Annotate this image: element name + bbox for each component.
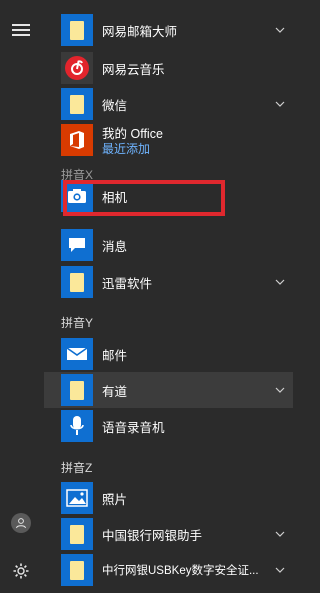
message-icon: [61, 229, 93, 261]
app-label: 网易云音乐: [102, 62, 165, 77]
app-item-messaging[interactable]: 消息: [44, 227, 293, 263]
folder-icon: [61, 14, 93, 46]
group-header-y[interactable]: 拼音Y: [61, 314, 93, 331]
mail-icon: [61, 338, 93, 370]
app-label: 相机: [102, 190, 128, 205]
chevron-down-icon[interactable]: [275, 529, 285, 539]
app-item-xunlei[interactable]: 迅雷软件: [44, 264, 293, 300]
chevron-down-icon[interactable]: [275, 99, 285, 109]
office-icon: [61, 124, 93, 156]
app-label: 微信: [102, 98, 128, 113]
camera-icon: [61, 180, 93, 212]
app-item-boc-usbkey-cert[interactable]: 中行网银USBKey数字安全证...: [44, 552, 293, 588]
app-label: 中行网银USBKey数字安全证...: [102, 565, 259, 577]
app-item-wechat[interactable]: 微信: [44, 86, 293, 122]
chevron-down-icon[interactable]: [275, 385, 285, 395]
app-item-photos[interactable]: 照片: [44, 480, 293, 516]
photos-icon: [61, 482, 93, 514]
start-menu-left-rail: [0, 0, 44, 593]
folder-icon: [61, 374, 93, 406]
app-item-netease-music[interactable]: 网易云音乐: [44, 50, 293, 86]
folder-icon: [61, 554, 93, 586]
chevron-down-icon[interactable]: [275, 25, 285, 35]
app-label: 网易邮箱大师: [102, 24, 178, 39]
app-item-camera[interactable]: 相机: [44, 178, 293, 214]
app-item-netease-mail-master[interactable]: 网易邮箱大师: [44, 12, 293, 48]
app-item-youdao[interactable]: 有道: [44, 372, 293, 408]
chevron-down-icon[interactable]: [275, 277, 285, 287]
microphone-icon: [61, 410, 93, 442]
folder-icon: [61, 266, 93, 298]
group-header-z[interactable]: 拼音Z: [61, 459, 92, 476]
netease-music-icon: [61, 52, 93, 84]
app-label: 中国银行网银助手: [102, 528, 203, 543]
app-label: 消息: [102, 239, 128, 254]
app-item-boc-ebank-assistant[interactable]: 中国银行网银助手: [44, 516, 293, 552]
user-avatar-icon[interactable]: [11, 513, 31, 533]
chevron-down-icon[interactable]: [275, 565, 285, 575]
app-label: 语音录音机: [102, 420, 165, 435]
app-label: 照片: [102, 492, 128, 507]
app-item-voice-recorder[interactable]: 语音录音机: [44, 408, 293, 444]
folder-icon: [61, 88, 93, 120]
app-label: 迅雷软件: [102, 276, 153, 291]
folder-icon: [61, 518, 93, 550]
app-item-mail[interactable]: 邮件: [44, 336, 293, 372]
app-label: 有道: [102, 384, 128, 399]
gear-icon[interactable]: [11, 561, 31, 581]
recently-added-badge: 最近添加: [102, 142, 151, 156]
app-item-my-office[interactable]: 我的 Office 最近添加: [44, 121, 293, 159]
app-list: 网易邮箱大师 网易云音乐 微信 我的 Office 最近添加 拼音X 相机 消息…: [44, 0, 293, 593]
hamburger-menu-icon[interactable]: [12, 24, 30, 36]
app-label: 邮件: [102, 348, 128, 363]
